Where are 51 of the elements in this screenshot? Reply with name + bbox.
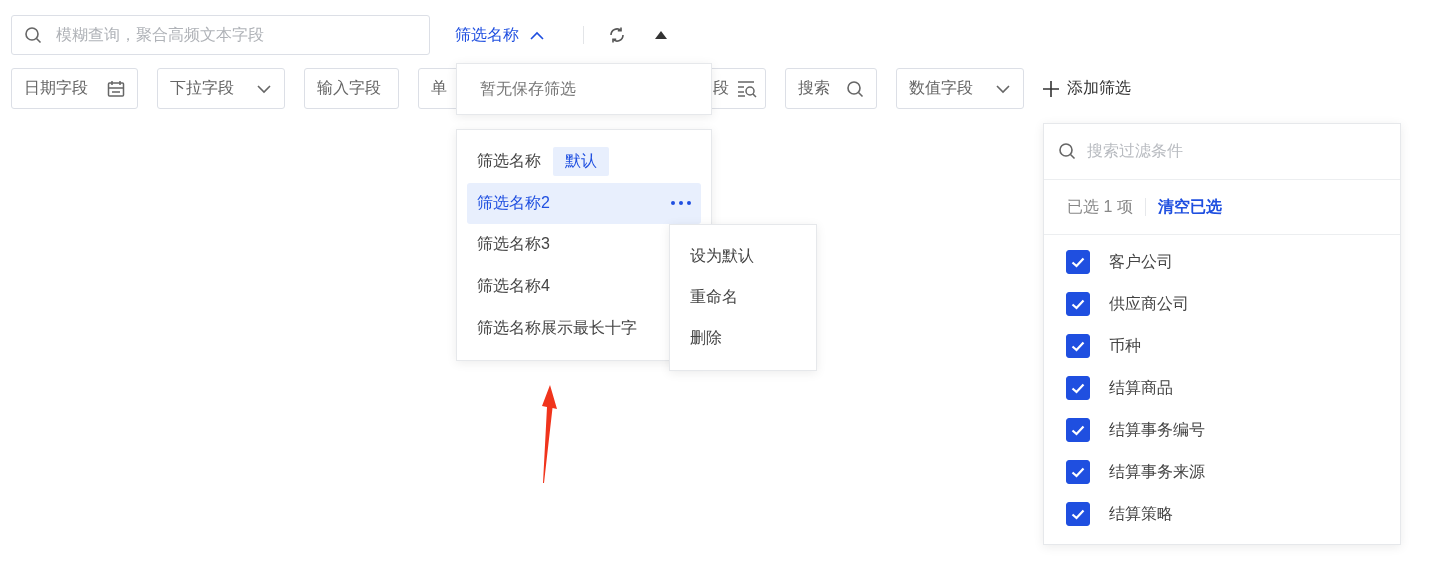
option-label: 结算商品 [1109, 377, 1173, 398]
empty-text: 暂无保存筛选 [480, 78, 576, 99]
option-label: 币种 [1109, 335, 1141, 356]
checkbox[interactable] [1066, 250, 1090, 274]
filter-field[interactable]: 搜索 [785, 68, 877, 109]
search-icon [24, 26, 42, 44]
chevron-icon [995, 83, 1011, 94]
filter-field[interactable]: 下拉字段 [157, 68, 285, 109]
search-icon [846, 79, 864, 98]
option-label: 供应商公司 [1109, 293, 1189, 314]
calendar-icon [107, 79, 125, 98]
plus-icon [1043, 80, 1059, 97]
option-label: 结算事务来源 [1109, 461, 1205, 482]
checkbox[interactable] [1066, 460, 1090, 484]
condition-search-field[interactable]: 搜索过滤条件 [1044, 124, 1400, 178]
collapse-triangle-icon[interactable] [655, 31, 667, 39]
menu-item[interactable]: 删除 [670, 318, 816, 359]
check-icon [1071, 298, 1085, 310]
selected-count: 已选 1 项 [1067, 196, 1133, 217]
check-icon [1071, 340, 1085, 352]
check-icon [1071, 256, 1085, 268]
option-label: 结算事务编号 [1109, 419, 1205, 440]
more-icon[interactable] [671, 201, 691, 206]
chevron-icon [529, 30, 545, 40]
checkbox[interactable] [1066, 418, 1090, 442]
checkbox[interactable] [1066, 502, 1090, 526]
check-icon [1071, 466, 1085, 478]
checkbox[interactable] [1066, 292, 1090, 316]
saved-filter-item[interactable]: 筛选名称 默认 [467, 141, 701, 183]
add-filter-button[interactable]: 添加筛选 [1043, 78, 1131, 99]
option-label: 客户公司 [1109, 251, 1173, 272]
checkbox[interactable] [1066, 334, 1090, 358]
check-icon [1071, 382, 1085, 394]
checkbox[interactable] [1066, 376, 1090, 400]
search-field[interactable]: 模糊查询，聚合高频文本字段 [11, 15, 430, 55]
saved-filter-item[interactable]: 筛选名称2 [467, 182, 701, 225]
clear-selected-link[interactable]: 清空已选 [1157, 196, 1222, 218]
filter-menu-button[interactable]: 筛选名称 [455, 24, 545, 46]
option-label: 结算策略 [1109, 503, 1173, 524]
filter-field[interactable]: 输入字段 [304, 68, 399, 109]
refresh-icon[interactable] [608, 26, 626, 44]
menu-item[interactable]: 设为默认 [670, 236, 816, 277]
chevron-icon [256, 83, 272, 94]
menu-item[interactable]: 重命名 [670, 277, 816, 318]
check-icon [1071, 424, 1085, 436]
filter-field[interactable]: 日期字段 [11, 68, 138, 109]
search-icon [1058, 142, 1076, 160]
check-icon [1071, 508, 1085, 520]
search-list-icon [737, 79, 757, 98]
filter-field[interactable]: 数值字段 [896, 68, 1024, 109]
default-tag: 默认 [553, 147, 609, 177]
